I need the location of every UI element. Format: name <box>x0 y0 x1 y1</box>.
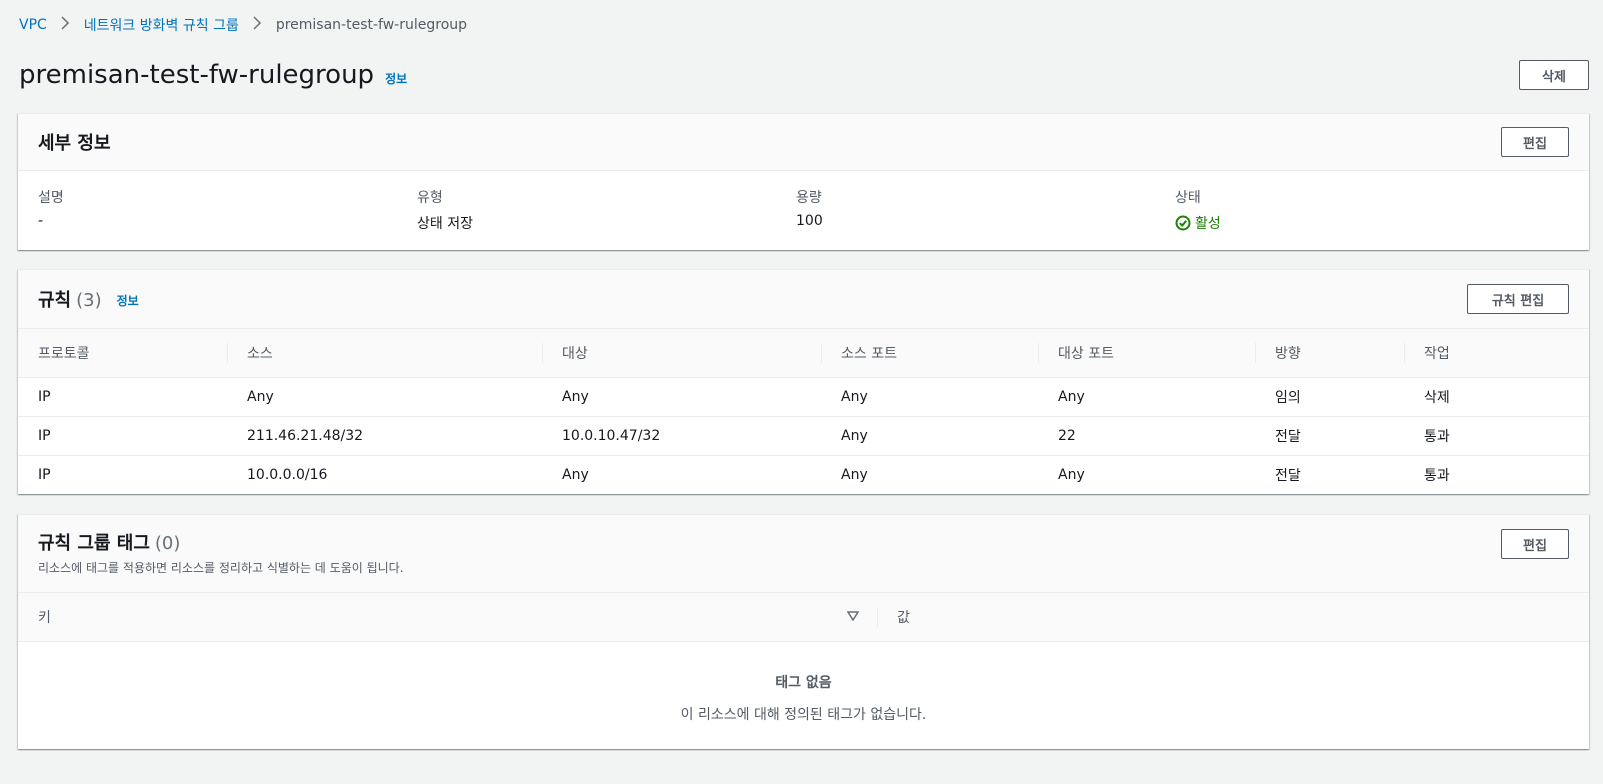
table-cell: IP <box>18 416 227 456</box>
column-header: 프로토콜 <box>18 329 227 378</box>
status-badge: 활성 <box>1175 213 1569 233</box>
table-cell: Any <box>1038 377 1255 417</box>
table-cell: 10.0.0.0/16 <box>247 466 328 483</box>
tags-count: (0) <box>154 533 181 554</box>
check-circle-icon <box>1175 215 1191 231</box>
breadcrumb-rule-groups[interactable]: 네트워크 방화벽 규칙 그룹 <box>84 15 239 35</box>
field-label: 유형 <box>417 190 443 206</box>
status-text: 활성 <box>1195 216 1221 232</box>
table-cell: 전달 <box>1275 467 1301 484</box>
column-header: 대상 <box>542 329 821 378</box>
column-header: 소스 포트 <box>821 329 1038 378</box>
table-header-row: 프로토콜 소스 대상 소스 포트 대상 포트 방향 작업 <box>18 329 1589 378</box>
field-type: 유형 상태 저장 <box>417 187 796 233</box>
details-fields: 설명 - 유형 상태 저장 용량 100 상태 활성 <box>18 171 1589 233</box>
table-cell: Any <box>1058 466 1085 483</box>
field-value: - <box>38 213 44 229</box>
table-cell: IP <box>18 377 227 417</box>
rules-count: (3) <box>76 290 102 311</box>
tags-header: 규칙 그룹 태그 (0) 리소스에 태그를 적용하면 리소스를 정리하고 식별하는… <box>18 515 1589 593</box>
table-cell: 통과 <box>1424 467 1450 484</box>
page-header: premisan-test-fw-rulegroup 정보 삭제 <box>19 58 1589 92</box>
page-title: premisan-test-fw-rulegroup <box>19 60 375 90</box>
empty-description: 이 리소스에 대해 정의된 태그가 없습니다. <box>680 706 927 723</box>
table-row: IP Any Any Any Any 임의 삭제 <box>18 377 1589 417</box>
column-header: 대상 포트 <box>1038 329 1255 378</box>
empty-title: 태그 없음 <box>775 674 832 691</box>
delete-button[interactable]: 삭제 <box>1519 60 1589 90</box>
table-cell: Any <box>227 377 542 417</box>
tags-panel: 규칙 그룹 태그 (0) 리소스에 태그를 적용하면 리소스를 정리하고 식별하는… <box>18 514 1589 749</box>
table-cell: Any <box>542 377 821 417</box>
column-header: 소스 <box>227 329 542 378</box>
field-label: 설명 <box>38 190 64 206</box>
breadcrumb-vpc[interactable]: VPC <box>19 17 47 33</box>
field-capacity: 용량 100 <box>796 187 1175 233</box>
empty-state: 태그 없음 이 리소스에 대해 정의된 태그가 없습니다. <box>18 642 1589 724</box>
rules-title-text: 규칙 <box>38 290 72 311</box>
table-cell: 삭제 <box>1404 377 1589 417</box>
column-header: 방향 <box>1255 329 1404 378</box>
field-label: 용량 <box>796 190 822 206</box>
column-header: 작업 <box>1404 329 1589 378</box>
table-cell: Any <box>562 466 589 483</box>
table-cell: 211.46.21.48/32 <box>227 416 542 456</box>
details-panel: 세부 정보 편집 설명 - 유형 상태 저장 용량 100 상태 활성 <box>18 113 1589 250</box>
tags-title-text: 규칙 그룹 태그 <box>38 533 150 554</box>
table-row: IP 211.46.21.48/32 10.0.10.47/32 Any 22 … <box>18 416 1589 456</box>
table-cell: Any <box>841 466 868 483</box>
table-cell: 10.0.10.47/32 <box>542 416 821 456</box>
sort-down-icon[interactable] <box>847 611 859 621</box>
edit-rules-button[interactable]: 규칙 편집 <box>1467 284 1569 314</box>
table-cell: IP <box>38 466 51 483</box>
rules-title: 규칙 (3) <box>38 286 102 312</box>
tags-table: 키 값 <box>18 593 1589 642</box>
tags-description: 리소스에 태그를 적용하면 리소스를 정리하고 식별하는 데 도움이 됩니다. <box>38 561 404 575</box>
rules-header: 규칙 (3) 정보 규칙 편집 <box>18 270 1589 329</box>
table-row: IP 10.0.0.0/16 Any Any Any 전달 통과 <box>18 455 1589 494</box>
table-cell: 22 <box>1038 416 1255 456</box>
tags-edit-button[interactable]: 편집 <box>1501 529 1569 559</box>
table-cell: Any <box>821 377 1038 417</box>
table-cell: 전달 <box>1255 416 1404 456</box>
rules-panel: 규칙 (3) 정보 규칙 편집 프로토콜 소스 대상 소스 포트 대상 포트 방향… <box>18 269 1589 494</box>
rules-table: 프로토콜 소스 대상 소스 포트 대상 포트 방향 작업 IP Any Any … <box>18 329 1589 494</box>
field-status: 상태 활성 <box>1175 187 1569 233</box>
field-value: 100 <box>796 213 823 229</box>
info-link[interactable]: 정보 <box>385 70 407 87</box>
column-header-value: 값 <box>877 593 1589 642</box>
tags-title: 규칙 그룹 태그 (0) <box>38 529 404 555</box>
details-edit-button[interactable]: 편집 <box>1501 127 1569 157</box>
breadcrumb: VPC 네트워크 방화벽 규칙 그룹 premisan-test-fw-rule… <box>19 16 467 34</box>
column-header-key[interactable]: 키 <box>18 593 877 642</box>
chevron-right-icon <box>253 16 262 34</box>
table-cell: Any <box>821 416 1038 456</box>
field-value: 상태 저장 <box>417 216 473 232</box>
rules-info-link[interactable]: 정보 <box>117 292 139 309</box>
field-description: 설명 - <box>38 187 417 233</box>
tags-heading: 규칙 그룹 태그 (0) 리소스에 태그를 적용하면 리소스를 정리하고 식별하는… <box>38 529 404 576</box>
breadcrumb-current: premisan-test-fw-rulegroup <box>275 17 468 33</box>
table-cell: 임의 <box>1255 377 1404 417</box>
table-header-row: 키 값 <box>18 593 1589 642</box>
table-cell: 통과 <box>1404 416 1589 456</box>
details-title: 세부 정보 <box>38 133 111 154</box>
details-header: 세부 정보 편집 <box>18 114 1589 171</box>
field-label: 상태 <box>1175 190 1201 206</box>
chevron-right-icon <box>61 16 70 34</box>
